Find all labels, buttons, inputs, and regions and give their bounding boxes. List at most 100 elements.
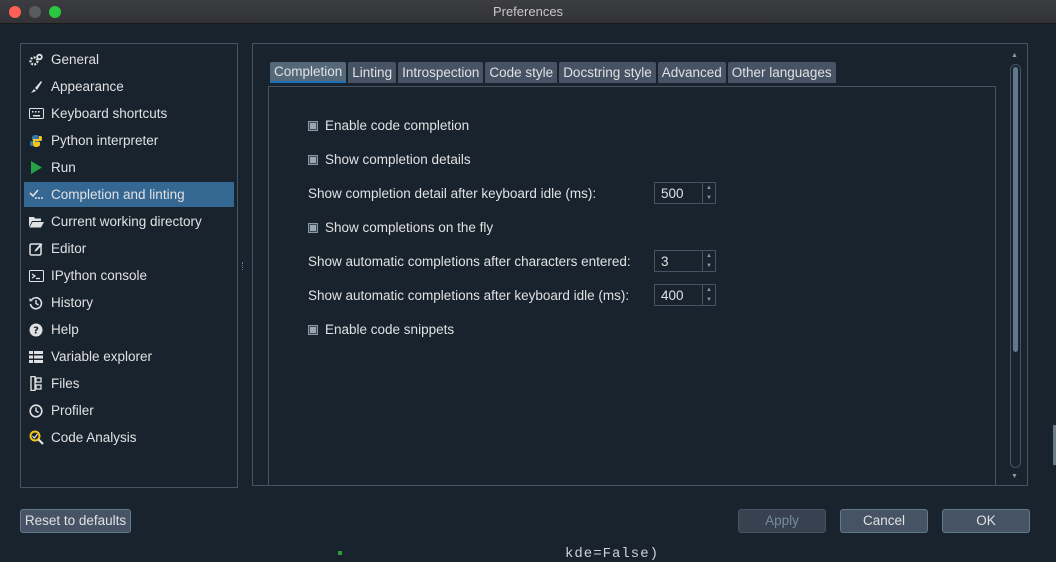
scrollbar-thumb[interactable] [1013,67,1018,352]
help-icon: ? [28,322,44,338]
gears-icon [28,52,44,68]
after-chars-row: Show automatic completions after charact… [308,254,631,269]
sidebar-item-label: Run [51,160,76,175]
enable-code-snippets-option[interactable]: Enable code snippets [308,322,454,337]
decrement-arrow-icon[interactable]: ▼ [703,193,715,203]
sidebar-item-label: Appearance [51,79,124,94]
spin-arrows[interactable]: ▲ ▼ [702,285,715,305]
scrollbar-track[interactable] [1010,64,1021,468]
completion-icon [28,187,44,203]
folder-open-icon [28,214,44,230]
show-completions-on-the-fly-checkbox[interactable] [308,222,318,233]
vertical-scrollbar[interactable]: ▲ ▼ [1009,52,1023,480]
tab-other-languages[interactable]: Other languages [727,62,836,83]
show-completions-on-the-fly-label: Show completions on the fly [325,220,494,235]
scroll-down-arrow-icon[interactable]: ▼ [1011,473,1018,480]
sidebar-item-code-analysis[interactable]: Code Analysis [24,425,234,450]
cancel-button[interactable]: Cancel [840,509,928,533]
tab-completion[interactable]: Completion [270,62,347,83]
enable-code-completion-checkbox[interactable] [308,120,318,131]
sidebar-item-files[interactable]: Files [24,371,234,396]
sidebar-item-label: Code Analysis [51,430,137,445]
decrement-arrow-icon[interactable]: ▼ [703,261,715,271]
sidebar-item-label: Keyboard shortcuts [51,106,168,121]
enable-code-snippets-checkbox[interactable] [308,324,318,335]
scroll-up-arrow-icon[interactable]: ▲ [1011,52,1018,59]
sidebar-item-profiler[interactable]: Profiler [24,398,234,423]
paintbrush-icon [28,79,44,95]
background-marker [338,551,342,555]
clock-icon [28,403,44,419]
sidebar-item-label: Editor [51,241,87,256]
enable-code-completion-label: Enable code completion [325,118,470,133]
table-icon [28,349,44,365]
background-editor-text: kde=False) [565,546,660,562]
show-completion-details-label: Show completion details [325,152,471,167]
show-completion-details-option[interactable]: Show completion details [308,152,471,167]
sidebar-item-label: Current working directory [51,214,202,229]
after-idle-row: Show automatic completions after keyboar… [308,288,629,303]
tab-docstring-style[interactable]: Docstring style [559,62,656,83]
edit-icon [28,241,44,257]
show-completions-on-the-fly-option[interactable]: Show completions on the fly [308,220,493,235]
detail-idle-value[interactable]: 500 [655,186,702,201]
sidebar-splitter-handle[interactable] [242,262,245,270]
detail-idle-row: Show completion detail after keyboard id… [308,186,596,201]
sidebar-item-variable-explorer[interactable]: Variable explorer [24,344,234,369]
reset-to-defaults-button[interactable]: Reset to defaults [20,509,131,533]
spin-arrows[interactable]: ▲ ▼ [702,251,715,271]
sidebar-item-label: Profiler [51,403,94,418]
sidebar-item-general[interactable]: General [24,47,234,72]
sidebar-item-editor[interactable]: Editor [24,236,234,261]
show-completion-details-checkbox[interactable] [308,154,318,165]
increment-arrow-icon[interactable]: ▲ [703,183,715,193]
sidebar-item-label: Python interpreter [51,133,159,148]
increment-arrow-icon[interactable]: ▲ [703,251,715,261]
tab-linting[interactable]: Linting [348,62,397,83]
sidebar-item-label: Completion and linting [51,187,185,202]
keyboard-icon [28,106,44,122]
after-chars-spinbox[interactable]: 3 ▲ ▼ [654,250,716,272]
apply-button[interactable]: Apply [738,509,826,533]
tab-introspection[interactable]: Introspection [398,62,484,83]
increment-arrow-icon[interactable]: ▲ [703,285,715,295]
sidebar-item-label: History [51,295,94,310]
tab-code-style[interactable]: Code style [485,62,558,83]
tab-bar: Completion Linting Introspection Code st… [270,62,838,83]
detail-idle-label: Show completion detail after keyboard id… [308,186,597,201]
files-icon [28,376,44,392]
sidebar-item-label: Help [51,322,79,337]
ok-button[interactable]: OK [942,509,1030,533]
after-chars-label: Show automatic completions after charact… [308,254,631,269]
enable-code-completion-option[interactable]: Enable code completion [308,118,469,133]
sidebar-item-appearance[interactable]: Appearance [24,74,234,99]
sidebar-item-history[interactable]: History [24,290,234,315]
analysis-icon [28,430,44,446]
detail-idle-spinbox[interactable]: 500 ▲ ▼ [654,182,716,204]
preferences-sidebar: General Appearance Keyboard shortcuts Py… [20,43,238,488]
sidebar-item-ipython-console[interactable]: IPython console [24,263,234,288]
after-idle-value[interactable]: 400 [655,288,702,303]
python-icon [28,133,44,149]
sidebar-item-python-interpreter[interactable]: Python interpreter [24,128,234,153]
after-idle-spinbox[interactable]: 400 ▲ ▼ [654,284,716,306]
sidebar-item-label: General [51,52,100,67]
play-icon [28,160,44,176]
spin-arrows[interactable]: ▲ ▼ [702,183,715,203]
sidebar-item-keyboard-shortcuts[interactable]: Keyboard shortcuts [24,101,234,126]
title-bar: Preferences [0,0,1056,24]
sidebar-item-help[interactable]: ? Help [24,317,234,342]
sidebar-item-current-working-directory[interactable]: Current working directory [24,209,234,234]
sidebar-item-label: Variable explorer [51,349,153,364]
tab-content-frame [268,86,996,486]
svg-text:?: ? [33,325,39,336]
sidebar-item-completion-and-linting[interactable]: Completion and linting [24,182,234,207]
decrement-arrow-icon[interactable]: ▼ [703,295,715,305]
sidebar-item-run[interactable]: Run [24,155,234,180]
sidebar-item-label: IPython console [51,268,148,283]
window-title: Preferences [492,4,564,19]
after-chars-value[interactable]: 3 [655,254,702,269]
enable-code-snippets-label: Enable code snippets [325,322,455,337]
after-idle-label: Show automatic completions after keyboar… [308,288,630,303]
tab-advanced[interactable]: Advanced [657,62,726,83]
